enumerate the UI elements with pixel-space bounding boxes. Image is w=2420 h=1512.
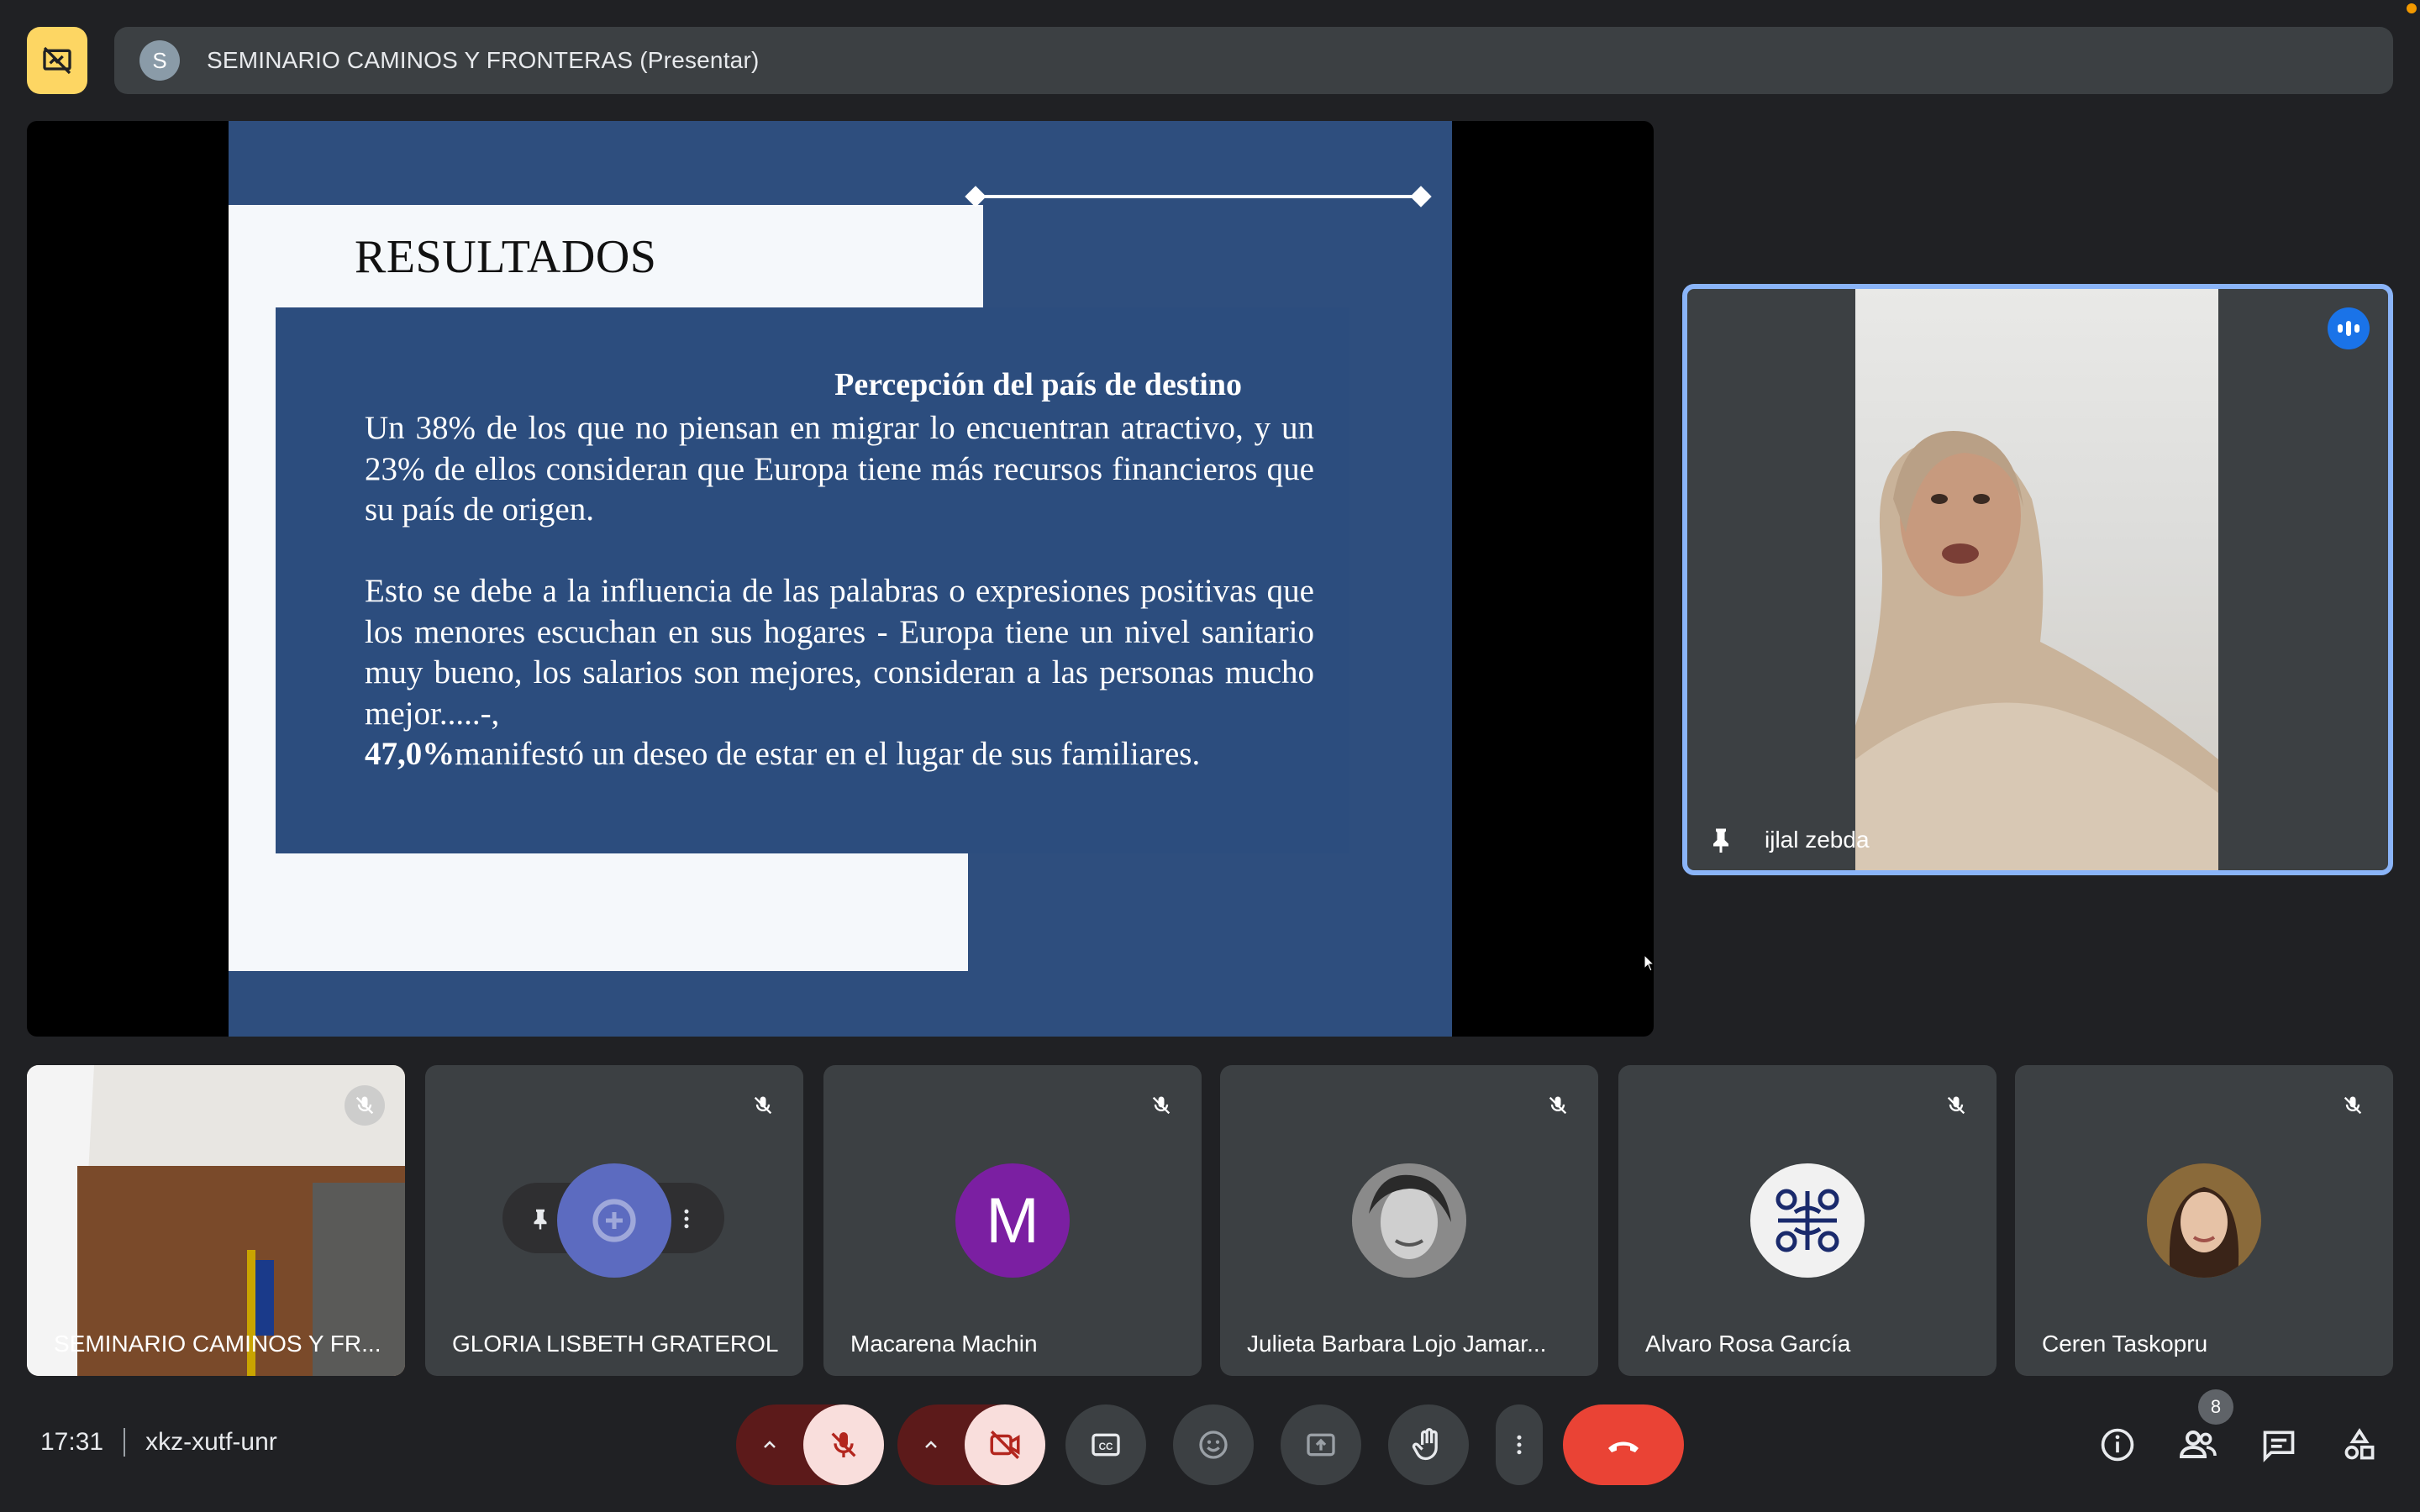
camera-off-icon (990, 1431, 1020, 1459)
camera-control (897, 1404, 1045, 1485)
people-button[interactable] (2171, 1418, 2225, 1472)
meeting-info: 17:31 xkz-xutf-unr (40, 1428, 277, 1457)
slide-decoration-line (975, 195, 1420, 198)
captions-button[interactable]: CC (1065, 1404, 1146, 1485)
closed-captions-icon: CC (1092, 1433, 1120, 1457)
pin-icon[interactable] (1706, 823, 1736, 857)
more-options-icon[interactable] (674, 1206, 699, 1231)
meeting-details-button[interactable] (2091, 1418, 2144, 1472)
divider (124, 1428, 126, 1457)
reactions-button[interactable] (1173, 1404, 1254, 1485)
speaker-tile[interactable]: ijlal zebda (1682, 284, 2393, 875)
people-icon (2179, 1431, 2217, 1458)
participant-name: SEMINARIO CAMINOS Y FR... (54, 1331, 381, 1357)
mic-off-icon (1936, 1085, 1976, 1126)
emoji-icon (1199, 1431, 1228, 1459)
more-vert-icon (1517, 1435, 1522, 1455)
pattern-icon (1776, 1189, 1839, 1252)
participant-name: Alvaro Rosa García (1645, 1331, 1851, 1357)
slide-title: RESULTADOS (355, 231, 657, 283)
slide-footer-box (229, 853, 968, 971)
chat-icon (2263, 1431, 2295, 1462)
meet-window: S SEMINARIO CAMINOS Y FRONTERAS (Present… (0, 0, 2420, 1512)
chevron-up-icon (764, 1441, 776, 1448)
chevron-up-icon (925, 1441, 937, 1448)
presentation-title: SEMINARIO CAMINOS Y FRONTERAS (Presentar… (207, 47, 760, 73)
meeting-time: 17:31 (40, 1428, 104, 1456)
unmute-button[interactable] (803, 1404, 884, 1485)
participant-name: GLORIA LISBETH GRATEROL (452, 1331, 779, 1357)
raise-hand-button[interactable] (1388, 1404, 1469, 1485)
activities-button[interactable] (2333, 1418, 2386, 1472)
participant-avatar (1750, 1163, 1865, 1278)
end-call-icon (1608, 1441, 1639, 1452)
leave-call-button[interactable] (1563, 1404, 1684, 1485)
presenter-avatar: S (139, 40, 180, 81)
slide-paragraph-3-text: manifestó un deseo de estar en el lugar … (455, 736, 1201, 772)
more-options-button[interactable] (1496, 1404, 1543, 1485)
recording-indicator-icon (2407, 3, 2417, 13)
activities-icon (2344, 1428, 2375, 1460)
hand-icon (1412, 1428, 1438, 1461)
presentation-title-bar[interactable]: S SEMINARIO CAMINOS Y FRONTERAS (Present… (114, 27, 2393, 94)
mic-off-icon (831, 1432, 856, 1457)
logo-icon (592, 1199, 636, 1242)
meeting-code: xkz-xutf-unr (145, 1428, 277, 1456)
slide-side-strip (229, 307, 276, 853)
participant-avatar (557, 1163, 671, 1278)
participant-avatar (2147, 1163, 2261, 1278)
chat-button[interactable] (2252, 1418, 2306, 1472)
slide-heading: Percepción del país de destino (834, 367, 1242, 402)
speaker-portrait (1855, 431, 2218, 870)
speaker-name-row: ijlal zebda (1706, 823, 1870, 857)
stop-presenting-button[interactable] (27, 27, 87, 94)
mic-off-icon (743, 1085, 783, 1126)
participant-tile[interactable]: GLORIA LISBETH GRATEROL (425, 1065, 803, 1376)
participant-name: Ceren Taskopru (2042, 1331, 2208, 1357)
audio-options-button[interactable] (736, 1435, 803, 1455)
mic-control (736, 1404, 884, 1485)
participant-name: Julieta Barbara Lojo Jamar... (1247, 1331, 1547, 1357)
participant-tile[interactable]: Alvaro Rosa García (1618, 1065, 1996, 1376)
turn-on-camera-button[interactable] (965, 1404, 1045, 1485)
slide-paragraph-3: 47,0%manifestó un deseo de estar en el l… (365, 734, 1314, 775)
participant-tile[interactable]: Julieta Barbara Lojo Jamar... (1220, 1065, 1598, 1376)
participant-name: Macarena Machin (850, 1331, 1038, 1357)
slide-content-panel: Percepción del país de destino Un 38% de… (276, 307, 1349, 853)
speaker-name: ijlal zebda (1765, 827, 1870, 853)
diamond-right (1410, 186, 1432, 207)
participant-avatar: M (955, 1163, 1070, 1278)
participant-avatar (1352, 1163, 1466, 1278)
slide-title-box: RESULTADOS (229, 205, 983, 307)
slide-paragraph-2: Esto se debe a la influencia de las pala… (365, 573, 1314, 732)
participant-tile[interactable]: M Macarena Machin (823, 1065, 1202, 1376)
participant-tile[interactable]: Ceren Taskopru (2015, 1065, 2393, 1376)
mic-off-icon (1538, 1085, 1578, 1126)
diamond-left (965, 186, 986, 207)
slide-paragraph-1: Un 38% de los que no piensan en migrar l… (365, 410, 1314, 528)
participant-tile[interactable]: SEMINARIO CAMINOS Y FR... (27, 1065, 405, 1376)
present-icon (1307, 1433, 1335, 1457)
mic-off-icon (2333, 1085, 2373, 1126)
svg-text:CC: CC (1099, 1441, 1113, 1452)
slide: RESULTADOS Percepción del país de destin… (229, 121, 1452, 1037)
speaker-video (1855, 289, 2218, 870)
speaking-indicator-icon (2328, 307, 2370, 349)
video-options-button[interactable] (897, 1435, 965, 1455)
mouse-cursor-icon (1644, 954, 1654, 972)
presentation-stage[interactable]: RESULTADOS Percepción del país de destin… (27, 121, 1654, 1037)
info-icon (2101, 1428, 2134, 1462)
slide-percent: 47,0% (365, 736, 455, 772)
present-off-icon (43, 46, 71, 75)
mic-off-icon (345, 1085, 385, 1126)
mic-off-icon (1141, 1085, 1181, 1126)
present-now-button[interactable] (1281, 1404, 1361, 1485)
pin-icon[interactable] (528, 1206, 553, 1231)
